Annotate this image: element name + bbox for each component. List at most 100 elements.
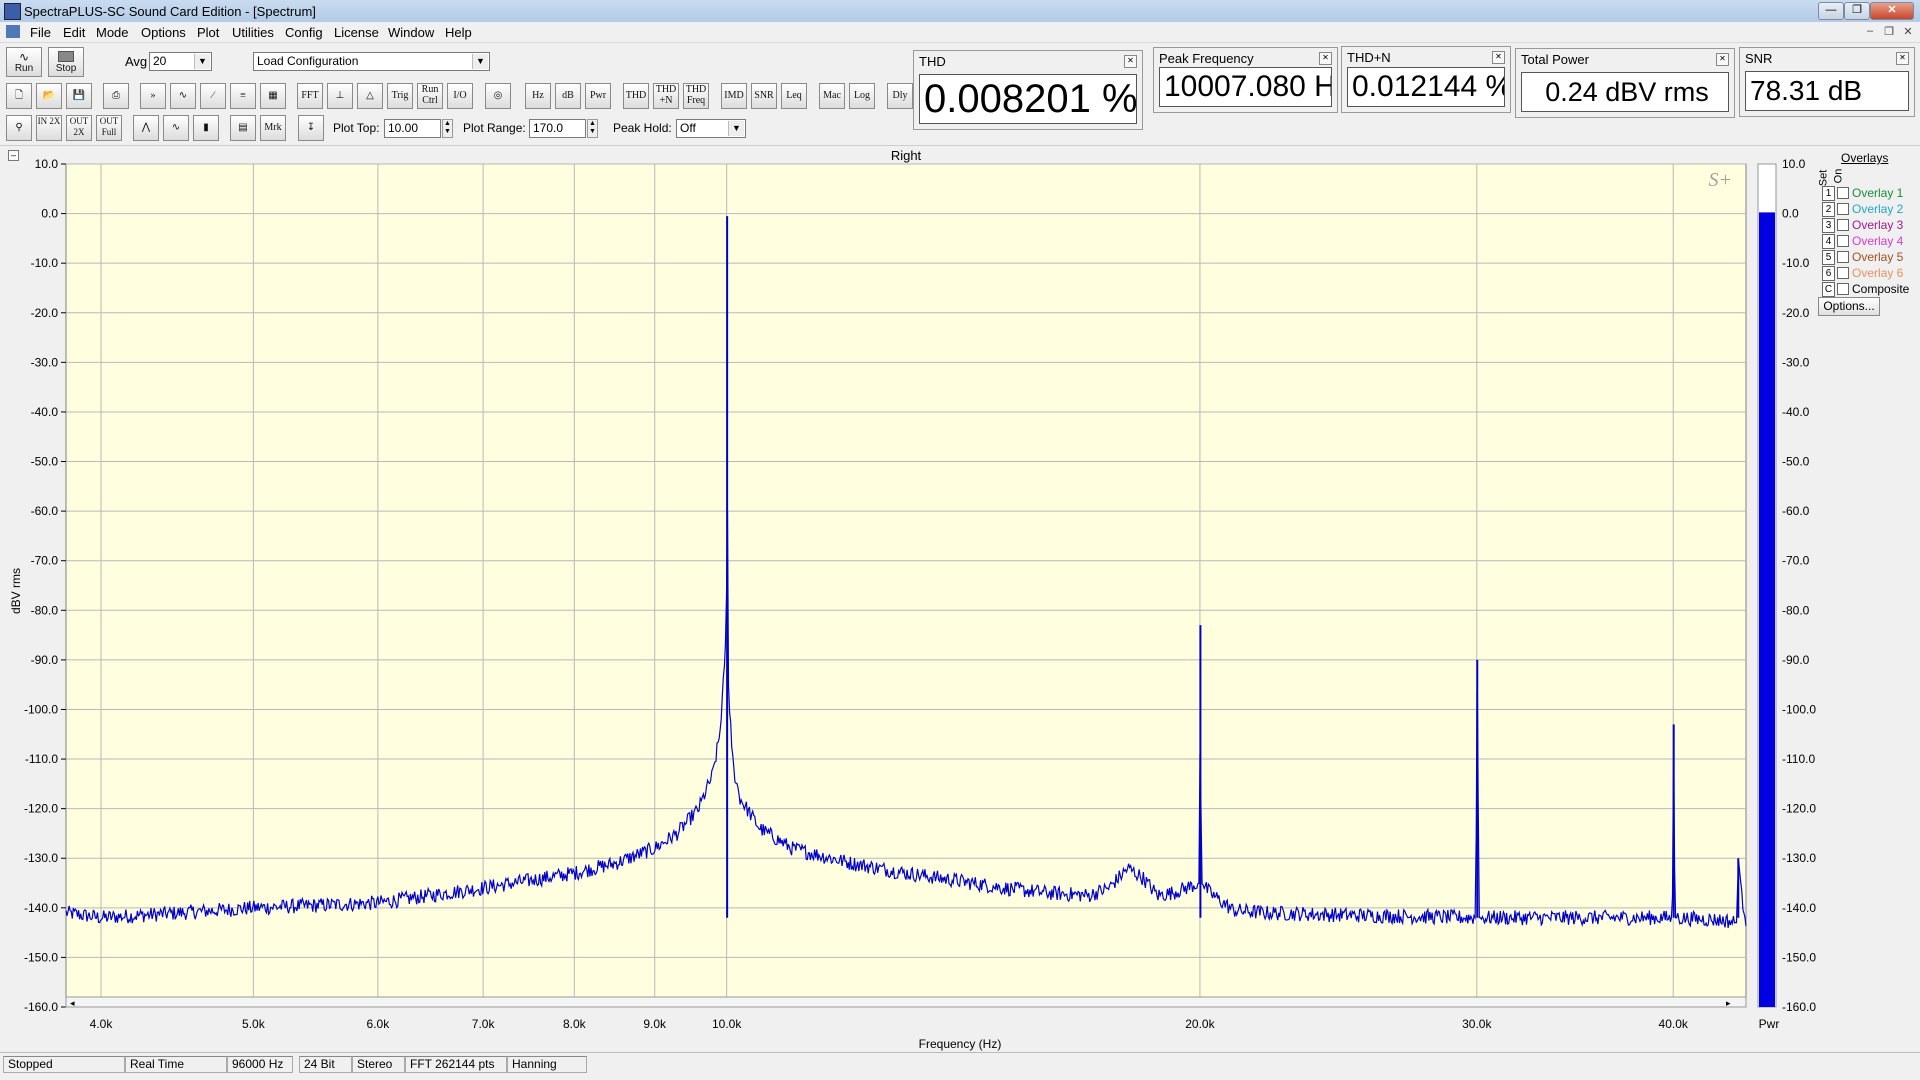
stop-label: Stop	[55, 63, 77, 74]
y-tick-label: -110.0	[25, 752, 58, 766]
pwr-button[interactable]: Pwr	[585, 83, 611, 109]
run-ctrl-button[interactable]: Run Ctrl	[417, 83, 443, 109]
spectrum-view-icon[interactable]: ∿	[170, 83, 196, 109]
trig-button[interactable]: Trig	[387, 83, 413, 109]
close-icon[interactable]: ✕	[1716, 53, 1729, 66]
menu-license[interactable]: License	[334, 25, 379, 40]
leq-button[interactable]: Leq	[781, 83, 807, 109]
print-icon[interactable]: ⎙	[103, 83, 129, 109]
overlay-on-checkbox[interactable]	[1837, 187, 1849, 199]
mrk-button[interactable]: Mrk	[260, 115, 286, 141]
configuration-value: Load Configuration	[257, 54, 359, 68]
signal-generator-icon[interactable]: ◎	[485, 83, 511, 109]
run-button[interactable]: ∿ Run	[6, 47, 42, 77]
thd-n-meter[interactable]: THD+N ✕ 0.012144 %	[1341, 46, 1511, 113]
imd-button[interactable]: IMD	[721, 83, 747, 109]
waterfall-icon[interactable]: ≡	[230, 83, 256, 109]
overlay-set-button[interactable]: 6	[1822, 266, 1835, 281]
menu-edit[interactable]: Edit	[63, 25, 85, 40]
menu-help[interactable]: Help	[445, 25, 472, 40]
minimize-button[interactable]: —	[1818, 2, 1844, 20]
menu-utilities[interactable]: Utilities	[232, 25, 274, 40]
mdi-restore-button[interactable]: ❐	[1881, 25, 1897, 39]
fast-forward-icon[interactable]: »	[140, 83, 166, 109]
peak-icon[interactable]: ⋀	[133, 115, 159, 141]
overlay-on-checkbox[interactable]	[1837, 235, 1849, 247]
avg-select[interactable]: 20 ▼	[149, 52, 212, 71]
snr-button[interactable]: SNR	[751, 83, 777, 109]
overlay-set-button[interactable]: 1	[1822, 186, 1835, 201]
overlay-set-button[interactable]: C	[1822, 282, 1835, 297]
close-button[interactable]: ✕	[1870, 2, 1914, 20]
horizontal-scrollbar[interactable]	[65, 996, 1747, 1008]
overlay-on-checkbox[interactable]	[1837, 251, 1849, 263]
scroll-right-icon[interactable]: ▸	[1726, 998, 1731, 1008]
slope-view-icon[interactable]: ∕	[200, 83, 226, 109]
overlay-options-button[interactable]: Options...	[1818, 297, 1880, 316]
plot-area[interactable]	[65, 163, 1747, 1008]
spectrogram-icon[interactable]: ▦	[260, 83, 286, 109]
new-file-icon[interactable]: 🗋	[6, 83, 32, 109]
zoom-in-2x-button[interactable]: IN 2X	[36, 115, 62, 141]
trigger-icon[interactable]: △	[357, 83, 383, 109]
list-view-icon[interactable]: ▤	[230, 115, 256, 141]
zoom-icon[interactable]: ⚲	[6, 115, 32, 141]
close-icon[interactable]: ✕	[1124, 55, 1137, 68]
scroll-left-icon[interactable]: ◂	[70, 998, 75, 1008]
plot-top-value: 10.00	[388, 121, 419, 135]
menu-file[interactable]: File	[30, 25, 51, 40]
overlay-set-button[interactable]: 3	[1822, 218, 1835, 233]
status-bar: Stopped Real Time 96000 Hz 24 Bit Stereo…	[0, 1052, 1920, 1076]
close-icon[interactable]: ✕	[1896, 52, 1909, 65]
menu-plot[interactable]: Plot	[197, 25, 219, 40]
plot-range-input[interactable]: 170.0	[529, 119, 586, 138]
spectrum-chart[interactable]: Right10.00.0-10.0-20.0-30.0-40.0-50.0-60…	[0, 146, 1920, 1051]
fft-button[interactable]: FFT	[297, 83, 323, 109]
total-power-meter[interactable]: Total Power ✕ 0.24 dBV rms	[1515, 48, 1735, 118]
thd-n-button[interactable]: THD +N	[653, 83, 679, 109]
menu-window[interactable]: Window	[388, 25, 434, 40]
thd-button[interactable]: THD	[623, 83, 649, 109]
menu-config[interactable]: Config	[285, 25, 323, 40]
bar-graph-icon[interactable]: ▮	[193, 115, 219, 141]
plot-range-spinner[interactable]: ▲ ▼	[587, 119, 598, 138]
overlay-set-button[interactable]: 5	[1822, 250, 1835, 265]
ruler-icon[interactable]: ⊥	[327, 83, 353, 109]
log-button[interactable]: Log	[849, 83, 875, 109]
cursor-icon[interactable]: ↧	[298, 115, 324, 141]
zoom-out-full-button[interactable]: OUT Full	[96, 115, 122, 141]
zoom-out-2x-button[interactable]: OUT 2X	[66, 115, 92, 141]
overlay-set-button[interactable]: 4	[1822, 234, 1835, 249]
snr-meter[interactable]: SNR ✕ 78.31 dB	[1739, 47, 1915, 117]
thd-meter[interactable]: THD ✕ 0.008201 %	[913, 50, 1143, 130]
document-icon[interactable]	[6, 25, 20, 38]
save-icon[interactable]: 💾	[66, 83, 92, 109]
plot-top-input[interactable]: 10.00	[384, 119, 441, 138]
overlay-on-checkbox[interactable]	[1837, 219, 1849, 231]
close-icon[interactable]: ✕	[1319, 52, 1332, 65]
dly-button[interactable]: Dly	[887, 83, 913, 109]
menu-mode[interactable]: Mode	[96, 25, 129, 40]
open-folder-icon[interactable]: 📂	[36, 83, 62, 109]
io-button[interactable]: I/O	[447, 83, 473, 109]
thd-freq-button[interactable]: THD Freq	[683, 83, 709, 109]
mdi-close-button[interactable]: ✕	[1900, 25, 1916, 39]
restore-button[interactable]: ❐	[1844, 2, 1870, 20]
power-bar-tick-label: -80.0	[1782, 603, 1810, 617]
plot-top-spinner[interactable]: ▲ ▼	[442, 119, 453, 138]
db-button[interactable]: dB	[555, 83, 581, 109]
overlay-on-checkbox[interactable]	[1837, 267, 1849, 279]
overlay-on-checkbox[interactable]	[1837, 203, 1849, 215]
peak-frequency-meter[interactable]: Peak Frequency ✕ 10007.080 Hz	[1153, 47, 1338, 113]
close-icon[interactable]: ✕	[1492, 51, 1505, 64]
configuration-select[interactable]: Load Configuration ▼	[253, 52, 490, 71]
curve-icon[interactable]: ∿	[163, 115, 189, 141]
menu-options[interactable]: Options	[141, 25, 186, 40]
overlay-on-checkbox[interactable]	[1837, 283, 1849, 295]
peak-hold-select[interactable]: Off ▼	[676, 119, 746, 138]
stop-button[interactable]: Stop	[48, 47, 84, 77]
hz-button[interactable]: Hz	[525, 83, 551, 109]
overlay-set-button[interactable]: 2	[1822, 202, 1835, 217]
mac-button[interactable]: Mac	[819, 83, 845, 109]
mdi-minimize-button[interactable]: –	[1862, 25, 1878, 39]
